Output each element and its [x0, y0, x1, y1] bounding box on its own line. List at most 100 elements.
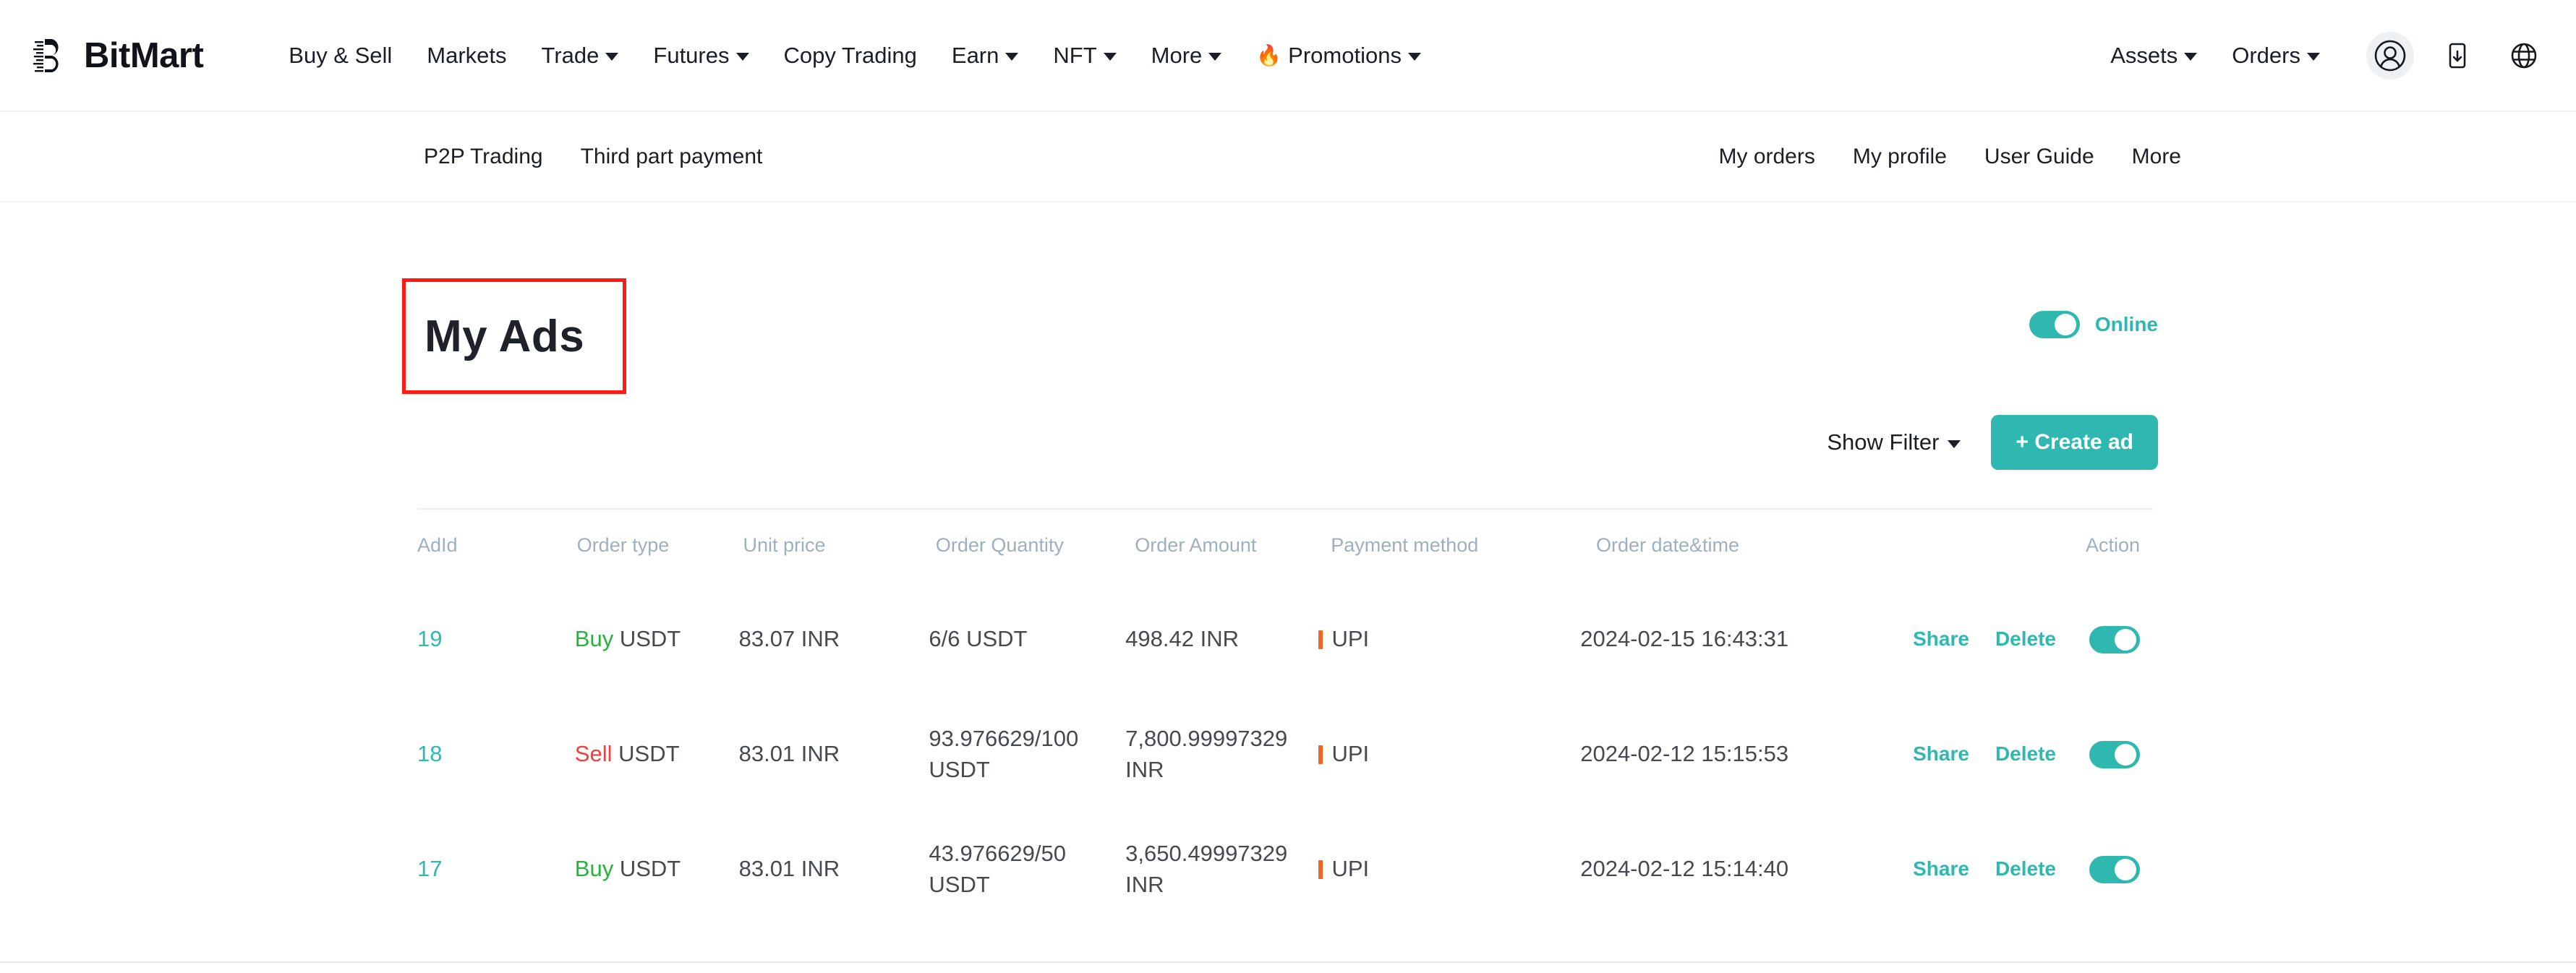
nav-item-more[interactable]: More: [1134, 43, 1240, 69]
my-ads-page: My Ads Online Show Filter + Create ad Ad…: [0, 204, 2576, 973]
column-header-order-datetime: Order date&time: [1595, 534, 1740, 557]
column-header-unit-price: Unit price: [743, 534, 826, 557]
mobile-download-icon[interactable]: [2434, 33, 2481, 79]
chevron-down-icon: [2307, 53, 2320, 61]
nav-label: Futures: [653, 42, 730, 68]
nav-item-nft[interactable]: NFT: [1036, 43, 1133, 69]
subnav-item-more[interactable]: More: [2113, 145, 2200, 169]
order-quantity-cell: 93.976629/100 USDT: [929, 725, 1079, 782]
user-avatar-icon[interactable]: [2366, 31, 2414, 80]
payment-method-marker-icon: [1318, 860, 1323, 880]
order-asset-label: USDT: [618, 741, 680, 767]
nav-label: Copy Trading: [783, 42, 917, 68]
share-link[interactable]: Share: [1913, 740, 1969, 768]
nav-label: Promotions: [1288, 42, 1402, 68]
online-status-group: Online: [2029, 311, 2158, 338]
chevron-down-icon: [1407, 53, 1421, 61]
order-asset-label: USDT: [619, 626, 681, 652]
order-datetime-cell: 2024-02-12 15:15:53: [1580, 741, 1789, 767]
payment-method-cell: UPI: [1318, 739, 1580, 770]
nav-label: Orders: [2232, 42, 2300, 68]
subnav-left-group: P2P Trading Third part payment: [405, 145, 781, 169]
subnav-item-my-profile[interactable]: My profile: [1834, 145, 1966, 169]
column-header-order-amount: Order Amount: [1135, 534, 1257, 557]
order-asset-label: USDT: [619, 856, 681, 882]
delete-link[interactable]: Delete: [1995, 855, 2056, 883]
top-navigation-bar: BitMart Buy & Sell Markets Trade Futures…: [0, 0, 2576, 112]
online-toggle[interactable]: [2029, 311, 2080, 338]
page-title-highlight-box: My Ads: [402, 278, 626, 394]
my-ads-table: AdId Order type Unit price Order Quantit…: [417, 508, 2153, 927]
nav-label: NFT: [1053, 42, 1097, 68]
row-status-toggle[interactable]: [2089, 625, 2140, 653]
share-link[interactable]: Share: [1913, 855, 1969, 883]
toggle-knob: [2115, 858, 2136, 880]
subnav-item-user-guide[interactable]: User Guide: [1966, 145, 2113, 169]
order-side-label: Sell: [574, 741, 613, 767]
payment-method-cell: UPI: [1318, 854, 1580, 885]
nav-item-assets[interactable]: Assets: [2093, 43, 2214, 69]
toggle-knob: [2054, 314, 2076, 335]
nav-item-buy-sell[interactable]: Buy & Sell: [271, 43, 409, 69]
order-datetime-cell: 2024-02-12 15:14:40: [1580, 856, 1789, 882]
nav-item-futures[interactable]: Futures: [636, 43, 766, 69]
ad-id-link[interactable]: 17: [417, 856, 442, 881]
row-action-group: Share Delete: [1907, 855, 2153, 883]
chevron-down-icon: [2184, 53, 2198, 61]
column-header-action: Action: [2085, 534, 2140, 557]
subnav-item-my-orders[interactable]: My orders: [1700, 145, 1834, 169]
brand-logo[interactable]: BitMart: [32, 35, 204, 77]
primary-nav: Buy & Sell Markets Trade Futures Copy Tr…: [271, 43, 1438, 69]
payment-method-marker-icon: [1318, 630, 1323, 650]
subnav-item-third-part-payment[interactable]: Third part payment: [562, 145, 782, 169]
chevron-down-icon: [1103, 53, 1117, 61]
table-row: 17 Buy USDT 83.01 INR 43.976629/50 USDT …: [417, 812, 2153, 927]
ad-id-link[interactable]: 19: [417, 626, 442, 651]
share-link[interactable]: Share: [1913, 625, 1969, 653]
delete-link[interactable]: Delete: [1995, 740, 2056, 768]
globe-language-icon[interactable]: [2501, 33, 2547, 79]
order-side-label: Buy: [574, 626, 614, 652]
order-amount-cell: 498.42 INR: [1125, 626, 1239, 652]
delete-link[interactable]: Delete: [1995, 625, 2056, 653]
nav-item-earn[interactable]: Earn: [934, 43, 1036, 69]
table-row: 18 Sell USDT 83.01 INR 93.976629/100 USD…: [417, 697, 2153, 812]
order-quantity-cell: 6/6 USDT: [929, 626, 1028, 652]
show-filter-dropdown[interactable]: Show Filter: [1827, 429, 1961, 455]
chevron-down-icon: [735, 53, 749, 61]
unit-price-cell: 83.01 INR: [738, 741, 840, 767]
nav-item-trade[interactable]: Trade: [524, 43, 636, 69]
nav-item-copy-trading[interactable]: Copy Trading: [767, 43, 934, 69]
unit-price-cell: 83.07 INR: [738, 626, 840, 652]
page-title: My Ads: [425, 311, 585, 361]
toggle-knob: [2115, 628, 2136, 651]
ad-id-link[interactable]: 18: [417, 741, 442, 766]
nav-label: Earn: [951, 42, 999, 68]
toggle-knob: [2115, 743, 2136, 766]
chevron-down-icon: [1005, 53, 1019, 61]
row-status-toggle[interactable]: [2089, 740, 2140, 768]
row-status-toggle[interactable]: [2089, 855, 2140, 883]
order-amount-cell: 3,650.49997329 INR: [1125, 840, 1288, 897]
chevron-down-icon: [1208, 53, 1222, 61]
order-quantity-cell: 43.976629/50 USDT: [929, 840, 1067, 897]
chevron-down-icon: [1948, 440, 1961, 448]
nav-item-promotions[interactable]: 🔥 Promotions: [1239, 43, 1438, 69]
chevron-down-icon: [605, 53, 619, 61]
secondary-navigation-bar: P2P Trading Third part payment My orders…: [0, 112, 2576, 202]
payment-method-label: UPI: [1331, 856, 1370, 882]
order-type-cell: Buy USDT: [575, 854, 739, 885]
column-header-adid: AdId: [417, 534, 458, 557]
order-type-cell: Buy USDT: [575, 624, 739, 655]
nav-label: More: [1151, 42, 1203, 68]
create-ad-button[interactable]: + Create ad: [1991, 415, 2158, 470]
row-action-group: Share Delete: [1907, 740, 2153, 768]
table-header-row: AdId Order type Unit price Order Quantit…: [417, 510, 2153, 582]
nav-item-markets[interactable]: Markets: [409, 43, 524, 69]
table-row: 19 Buy USDT 83.07 INR 6/6 USDT 498.42 IN…: [417, 582, 2153, 697]
payment-method-marker-icon: [1318, 745, 1323, 765]
bitmart-logo-icon: [32, 35, 74, 77]
nav-item-orders[interactable]: Orders: [2214, 43, 2337, 69]
order-side-label: Buy: [574, 856, 614, 882]
subnav-item-p2p-trading[interactable]: P2P Trading: [405, 145, 562, 169]
